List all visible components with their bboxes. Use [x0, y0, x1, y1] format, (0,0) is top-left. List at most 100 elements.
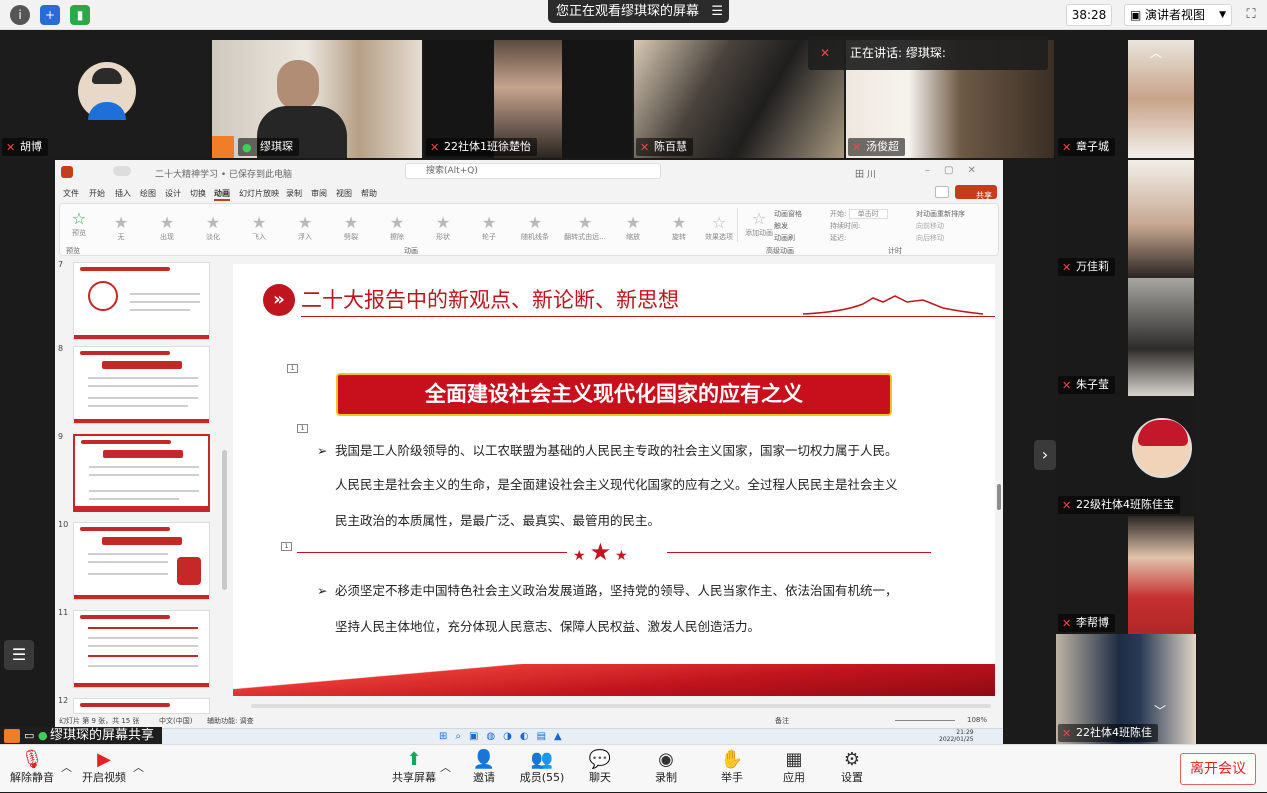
slide-scrollbar[interactable] — [997, 484, 1001, 510]
powerpoint-window: 二十大精神学习 • 已保存到此电脑 搜索(Alt+Q) 田 川 –▢✕ 文件 开… — [55, 160, 1003, 744]
menu-help[interactable]: 帮助 — [361, 188, 377, 199]
members-button[interactable]: 👥 成员(55) — [512, 745, 572, 793]
apps-icon: ▦ — [785, 749, 803, 770]
video-tile-wanjiali[interactable]: ✕ 万佳莉 — [1056, 160, 1196, 278]
anim-grow-turn[interactable]: ★ 翻转式由远... — [562, 214, 608, 242]
anim-shape[interactable]: ★ 形状 — [424, 214, 462, 242]
anim-wipe[interactable]: ★ 擦除 — [378, 214, 416, 242]
duration-field[interactable]: 持续时间: — [830, 220, 910, 232]
menu-view[interactable]: 视图 — [336, 188, 352, 199]
chevron-down-icon[interactable]: ﹀ — [1154, 702, 1166, 719]
leave-meeting-button[interactable]: 离开会议 — [1180, 753, 1256, 785]
menu-transitions[interactable]: 切换 — [190, 188, 206, 199]
menu-design[interactable]: 设计 — [165, 188, 181, 199]
taskbar-app-icons[interactable]: ⊞⌕▣◍◑◐▤▲ — [439, 731, 570, 742]
menu-icon[interactable]: ☰ — [711, 0, 723, 23]
zoom-slider[interactable] — [895, 720, 955, 721]
window-controls[interactable]: –▢✕ — [925, 165, 990, 176]
notes-button[interactable]: 备注 — [775, 716, 789, 726]
menu-record[interactable]: 录制 — [286, 188, 302, 199]
video-tile-chenjia[interactable]: ﹀ ✕ 22社体4班陈佳 — [1056, 634, 1196, 744]
anim-swivel[interactable]: ★ 旋转 — [660, 214, 698, 242]
animation-marker[interactable]: 1 — [297, 424, 308, 433]
slide-canvas: » 二十大报告中的新观点、新论断、新思想 1 全面建设社会主义现代化国家的应有之… — [233, 264, 995, 696]
slide-thumbnail[interactable] — [73, 262, 210, 340]
raise-hand-button[interactable]: ✋ 举手 — [702, 745, 762, 793]
menu-home[interactable]: 开始 — [89, 188, 105, 199]
video-tile-zhangzicheng[interactable]: ︿ ✕ 章子城 — [1056, 40, 1196, 158]
slide-thumbnail[interactable] — [73, 522, 210, 600]
anim-wheel[interactable]: ★ 轮子 — [470, 214, 508, 242]
fullscreen-icon[interactable]: ⛶ — [1240, 5, 1262, 25]
share-screen-button[interactable]: ⬆ 共享屏幕 — [384, 745, 444, 793]
move-earlier-button[interactable]: 向前移动 — [916, 220, 965, 232]
effect-options-button[interactable]: ☆ 效果选项 — [700, 214, 738, 242]
anim-fly-in[interactable]: ★ 飞入 — [240, 214, 278, 242]
chevron-up-icon[interactable]: ︿ — [1150, 44, 1162, 61]
video-tile-miaoqichen[interactable]: ● 缪琪琛 — [212, 40, 422, 158]
chevron-up-icon[interactable]: ︿ — [440, 759, 451, 775]
chevron-up-icon[interactable]: ︿ — [133, 759, 144, 775]
info-icon[interactable]: i — [10, 5, 30, 25]
slide-thumbnail[interactable] — [73, 698, 210, 714]
viewing-screen-banner[interactable]: 您正在观看缪琪琛的屏幕 ☰ — [548, 0, 730, 23]
meeting-timer: 38:28 — [1066, 4, 1112, 26]
anim-float-in[interactable]: ★ 浮入 — [286, 214, 324, 242]
zoom-level[interactable]: 108% — [967, 716, 987, 724]
accessibility-indicator[interactable]: 辅助功能: 调查 — [207, 716, 254, 726]
list-view-icon[interactable]: ☰ — [4, 640, 34, 670]
security-shield-icon[interactable]: + — [40, 5, 60, 25]
video-tile-xuchuyi[interactable]: ✕ 22社体1班徐楚怡 — [424, 40, 632, 158]
chevron-up-icon[interactable]: ︿ — [61, 759, 72, 775]
presenter-view-button[interactable]: ▣ 演讲者视图 ▼ — [1124, 4, 1232, 26]
start-video-button[interactable]: ▶ 开启视频 — [74, 745, 134, 793]
anim-zoom[interactable]: ★ 缩放 — [614, 214, 652, 242]
move-later-button[interactable]: 向后移动 — [916, 232, 965, 244]
video-tile-hubo[interactable]: ✕ 胡博 — [0, 40, 210, 158]
menu-draw[interactable]: 绘图 — [140, 188, 156, 199]
apps-button[interactable]: ▦ 应用 — [764, 745, 824, 793]
add-animation-button[interactable]: ☆ 添加动画 — [740, 210, 778, 238]
search-box[interactable]: 搜索(Alt+Q) — [405, 163, 661, 179]
horizontal-scrollbar[interactable] — [251, 704, 991, 708]
record-button[interactable]: ◉ 录制 — [636, 745, 696, 793]
video-tile-libangbo[interactable]: ✕ 李帮博 — [1056, 516, 1196, 634]
anim-appear[interactable]: ★ 出现 — [148, 214, 186, 242]
language-indicator[interactable]: 中文(中国) — [159, 716, 192, 726]
slide-thumbnail[interactable] — [73, 610, 210, 688]
menu-animations[interactable]: 动画 — [214, 188, 230, 201]
anim-fade[interactable]: ★ 淡化 — [194, 214, 232, 242]
animation-painter-button[interactable]: 动画刷 — [774, 232, 802, 244]
invite-button[interactable]: 👤 邀请 — [454, 745, 514, 793]
animation-pane-button[interactable]: 动画窗格 — [774, 208, 802, 220]
anim-split[interactable]: ★ 劈裂 — [332, 214, 370, 242]
animation-marker[interactable]: 1 — [287, 364, 298, 373]
signal-bars-icon[interactable]: ▮ — [70, 5, 90, 25]
video-tile-zhuziying[interactable]: ✕ 朱子莹 — [1056, 278, 1196, 396]
animation-marker[interactable]: 1 — [281, 542, 292, 551]
delay-field[interactable]: 延迟: — [830, 232, 910, 244]
chat-button[interactable]: 💬 聊天 — [570, 745, 630, 793]
viewing-screen-label: 您正在观看缪琪琛的屏幕 — [556, 4, 700, 19]
preview-button[interactable]: ☆ 预览 — [60, 210, 98, 238]
settings-button[interactable]: ⚙ 设置 — [822, 745, 882, 793]
slide-thumbnail[interactable] — [73, 346, 210, 424]
slide-thumbnail-selected[interactable] — [73, 434, 210, 512]
anim-random-bars[interactable]: ★ 随机线条 — [516, 214, 554, 242]
next-page-chevron-icon[interactable]: › — [1034, 440, 1056, 470]
anim-none[interactable]: ★ 无 — [102, 214, 140, 242]
menu-file[interactable]: 文件 — [63, 188, 79, 199]
thumbnail-scrollbar[interactable] — [222, 450, 227, 590]
share-button[interactable]: 共享 — [955, 185, 997, 200]
user-name[interactable]: 田 川 — [855, 167, 876, 180]
menu-insert[interactable]: 插入 — [115, 188, 131, 199]
great-wall-decoration — [803, 295, 983, 315]
menu-slideshow[interactable]: 幻灯片放映 — [239, 188, 279, 199]
unmute-button[interactable]: 🎙 解除静音 — [2, 745, 62, 793]
autosave-toggle[interactable] — [113, 166, 131, 176]
menu-review[interactable]: 审阅 — [311, 188, 327, 199]
trigger-button[interactable]: 触发 — [774, 220, 802, 232]
start-select[interactable]: 单击时 — [848, 209, 888, 219]
comments-icon[interactable] — [935, 186, 949, 198]
video-tile-chenjiabao[interactable]: ✕ 22级社体4班陈佳宝 — [1056, 398, 1196, 516]
